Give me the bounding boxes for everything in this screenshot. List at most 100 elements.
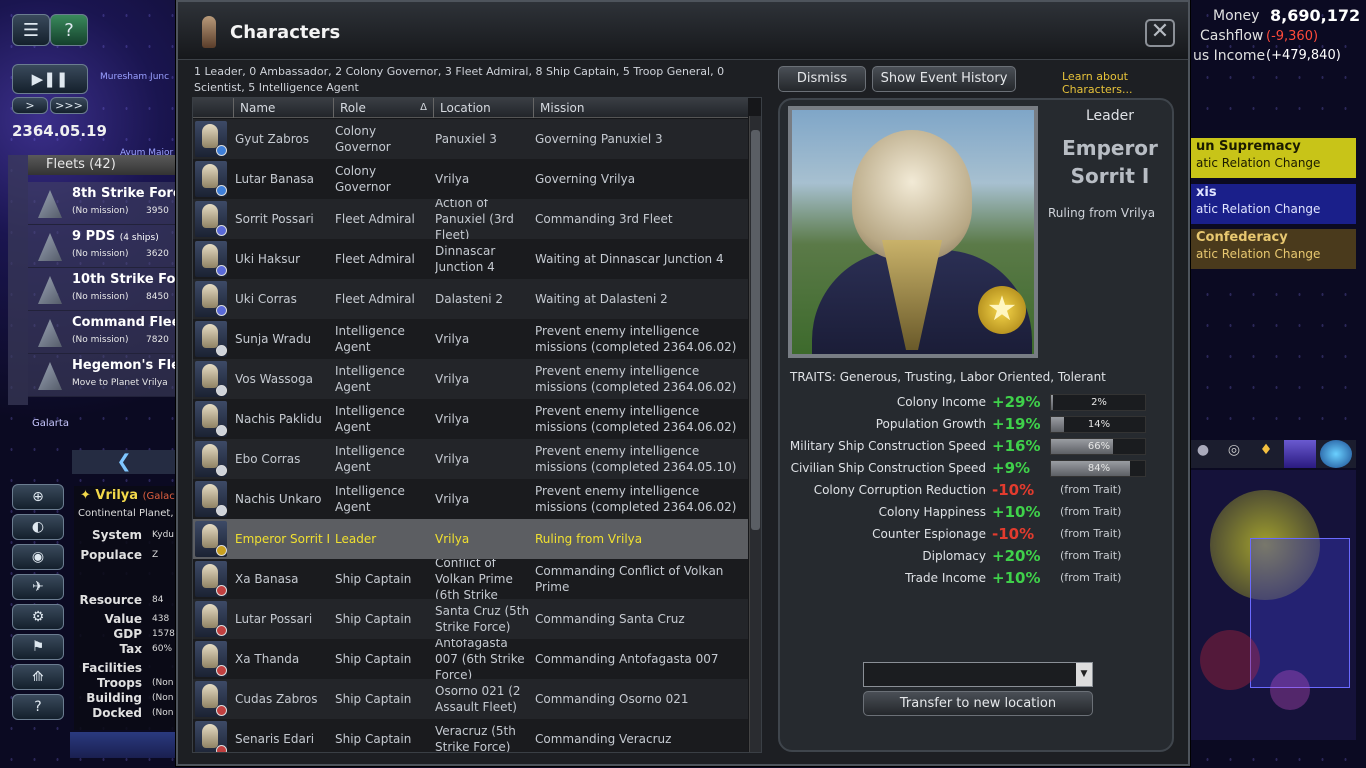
bonus-bar: 14% [1050, 416, 1146, 433]
speed-fast-button[interactable]: >>> [50, 97, 88, 114]
fleet-item[interactable]: 9 PDS (4 ships) (No mission) 3620 [28, 225, 176, 268]
cell-mission: Prevent enemy intelligence missions (com… [535, 364, 737, 394]
table-row[interactable]: Vos Wassoga Intelligence Agent Vrilya Preve… [193, 359, 748, 399]
saturn-icon[interactable]: ◎ [1220, 442, 1248, 466]
table-row[interactable]: Ebo Corras Intelligence Agent Vrilya Preven… [193, 439, 748, 479]
money-value: 8,690,172 [1270, 6, 1361, 25]
speed-slow-button[interactable]: > [12, 97, 48, 114]
col-name[interactable]: Name [233, 98, 333, 118]
help-icon[interactable]: ? [50, 14, 88, 46]
table-row[interactable]: Sunja Wradu Intelligence Agent Vrilya Preve… [193, 319, 748, 359]
play-pause-button[interactable]: ▶❚❚ [12, 64, 88, 94]
cell-location: Veracruz (5th Strike Force) [435, 724, 516, 753]
cell-location: Vrilya [435, 532, 470, 546]
map-label: Muresham Junc [100, 72, 170, 82]
table-row[interactable]: Nachis Paklidu Intelligence Agent Vrilya Pr… [193, 399, 748, 439]
ship-nav-icon[interactable]: ✈ [12, 574, 64, 600]
fleet-item[interactable]: 10th Strike Force (No mission) 8450 [28, 268, 198, 311]
planet-field-label: Populace [80, 548, 142, 562]
diplomacy-notice[interactable]: Confederacy atic Relation Change [1190, 229, 1356, 269]
table-row[interactable]: Xa Banasa Ship Captain Conflict of Volkan … [193, 559, 748, 599]
bonus-bar: 84% [1050, 460, 1146, 477]
planet-field-value: (Non [152, 678, 174, 688]
transfer-button[interactable]: Transfer to new location [863, 691, 1093, 716]
fleet-value: 3620 [146, 249, 169, 259]
diplomacy-notice[interactable]: un Supremacy atic Relation Change [1190, 138, 1356, 178]
bottom-fleet-tabs[interactable] [70, 732, 176, 758]
table-row[interactable]: Xa Thanda Ship Captain Antofagasta 007 (6t… [193, 639, 748, 679]
table-row[interactable]: Cudas Zabros Ship Captain Osorno 021 (2 As… [193, 679, 748, 719]
flag-icon[interactable]: ⚑ [12, 634, 64, 660]
fleet-status: (No mission) [72, 292, 129, 302]
fleet-item[interactable]: 8th Strike Force (No mission) 3950 [28, 182, 189, 225]
cell-location: Dalasteni 2 [435, 292, 504, 306]
planet-view-icon[interactable]: ● [1190, 442, 1216, 466]
cell-location: Conflict of Volkan Prime (6th Strike [435, 559, 513, 599]
planet-field-value: 60% [152, 644, 173, 654]
table-row[interactable]: Senaris Edari Ship Captain Veracruz (5th S… [193, 719, 748, 753]
galaxy-icon[interactable] [1320, 440, 1352, 468]
transfer-location-select[interactable]: ▼ [863, 662, 1093, 687]
dialog-titlebar: Characters ✕ [178, 2, 1188, 60]
table-row[interactable]: Sorrit Possari Fleet Admiral Action of Pan… [193, 199, 748, 239]
bonus-value: +10% [992, 569, 1041, 587]
avatar [195, 481, 227, 517]
fleet-status: (No mission) [72, 206, 129, 216]
table-row[interactable]: Lutar Possari Ship Captain Santa Cruz (5th… [193, 599, 748, 639]
bonus-row: Colony Corruption Reduction -10% (from Tra… [790, 480, 1150, 500]
bonus-label: Civilian Ship Construction Speed [790, 461, 986, 475]
eye-icon[interactable]: ◉ [12, 544, 64, 570]
collapse-button[interactable]: ❮ [72, 450, 176, 474]
fleets-header[interactable]: Fleets (42) [28, 155, 176, 175]
col-role[interactable]: Role Δ [333, 98, 433, 118]
nebula-icon[interactable] [1284, 440, 1316, 468]
gear-icon[interactable]: ⚙ [12, 604, 64, 630]
table-scrollbar[interactable] [749, 116, 761, 752]
cell-mission: Prevent enemy intelligence missions (com… [535, 324, 737, 354]
table-row[interactable]: Emperor Sorrit I Leader Vrilya Ruling from … [193, 519, 748, 559]
bonus-row: Colony Income +29% 2% [790, 392, 1150, 412]
table-row[interactable]: Uki Haksur Fleet Admiral Dinnascar Junctio… [193, 239, 748, 279]
cashflow-label: Cashflow [1200, 28, 1264, 44]
cell-name: Uki Corras [235, 292, 297, 306]
bonus-label: Colony Happiness [878, 505, 986, 519]
planet-field-label: Troops [96, 676, 142, 690]
show-event-history-button[interactable]: Show Event History [872, 66, 1016, 92]
col-mission[interactable]: Mission [533, 98, 748, 118]
table-row[interactable]: Lutar Banasa Colony Governor Vrilya Governi… [193, 159, 748, 199]
fleet-group-icon[interactable]: ⟰ [12, 664, 64, 690]
diplomacy-notice[interactable]: xis atic Relation Change [1190, 184, 1356, 224]
fleet-item[interactable]: Command Fleet (No mission) 7820 [28, 311, 187, 354]
cell-mission: Commanding Conflict of Volkan Prime [535, 564, 724, 594]
table-row[interactable]: Uki Corras Fleet Admiral Dalasteni 2 Waitin… [193, 279, 748, 319]
chevron-down-icon[interactable]: ▼ [1076, 663, 1092, 686]
planet-title[interactable]: ✦ Vrilya (Galacti [80, 488, 181, 503]
bonus-row: Population Growth +19% 14% [790, 414, 1150, 434]
fleet-item[interactable]: Hegemon's Flee Move to Planet Vrilya [28, 354, 189, 397]
target-lock-icon[interactable]: ⊕ [12, 484, 64, 510]
planet-type: Continental Planet, 3 [78, 508, 184, 519]
scrollbar-thumb[interactable] [751, 130, 760, 530]
col-location[interactable]: Location [433, 98, 533, 118]
planet-field-label: Value [104, 612, 142, 626]
planet-field-label: Tax [119, 642, 142, 656]
star-icon[interactable]: ♦ [1252, 442, 1280, 466]
cell-name: Sunja Wradu [235, 332, 312, 346]
cell-mission: Commanding Osorno 021 [535, 692, 689, 706]
table-row[interactable]: Nachis Unkaro Intelligence Agent Vrilya Pre… [193, 479, 748, 519]
learn-about-characters-link[interactable]: Learn about Characters... [1062, 70, 1188, 96]
table-row[interactable]: Gyut Zabros Colony Governor Panuxiel 3 Gove… [193, 119, 748, 159]
fleet-status: (No mission) [72, 249, 129, 259]
cell-location: Action of Panuxiel (3rd Fleet) [435, 199, 514, 239]
query-icon[interactable]: ? [12, 694, 64, 720]
close-button[interactable]: ✕ [1145, 19, 1175, 47]
cell-name: Senaris Edari [235, 732, 315, 746]
cell-role: Fleet Admiral [335, 252, 415, 266]
cell-name: Lutar Possari [235, 612, 313, 626]
list-menu-icon[interactable]: ☰ [12, 14, 50, 46]
planet-icon[interactable]: ◐ [12, 514, 64, 540]
fleet-filter-bar[interactable] [8, 155, 28, 405]
dismiss-button[interactable]: Dismiss [778, 66, 866, 92]
galaxy-minimap[interactable] [1190, 470, 1356, 740]
cell-name: Emperor Sorrit I [235, 532, 331, 546]
